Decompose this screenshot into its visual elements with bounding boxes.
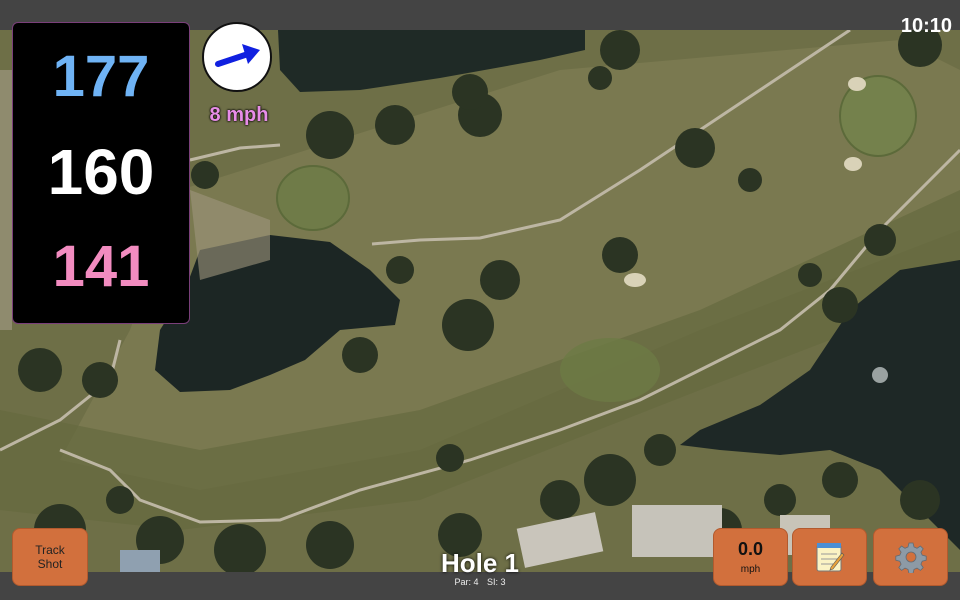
hole-title: Hole 1 (440, 548, 520, 578)
wind-speed: 8 mph (209, 104, 269, 126)
speed-unit: mph (740, 564, 761, 575)
speed-button[interactable]: 0.0 mph (713, 528, 788, 586)
settings-button[interactable] (873, 528, 948, 586)
track-shot-label-line1: Track (35, 543, 65, 557)
hole-stroke-index: SI: 3 (487, 577, 506, 587)
hole-par: Par: 4 (454, 577, 479, 587)
notes-button[interactable] (792, 528, 867, 586)
clock: 10:10 (900, 15, 952, 37)
distance-back: 177 (52, 44, 150, 109)
track-shot-button[interactable]: Track Shot (12, 528, 88, 586)
distance-panel[interactable]: 177 160 141 (12, 22, 190, 324)
hole-info: Par: 4 SI: 3 (420, 577, 540, 587)
distance-front: 141 (52, 234, 150, 299)
wind-arrow-icon (215, 44, 260, 67)
notepad-icon (816, 543, 844, 572)
distance-middle: 160 (47, 136, 155, 208)
wind-direction-indicator (202, 22, 272, 92)
track-shot-label-line2: Shot (37, 557, 63, 571)
gear-icon (894, 542, 927, 573)
speed-value: 0.0 (737, 539, 764, 559)
